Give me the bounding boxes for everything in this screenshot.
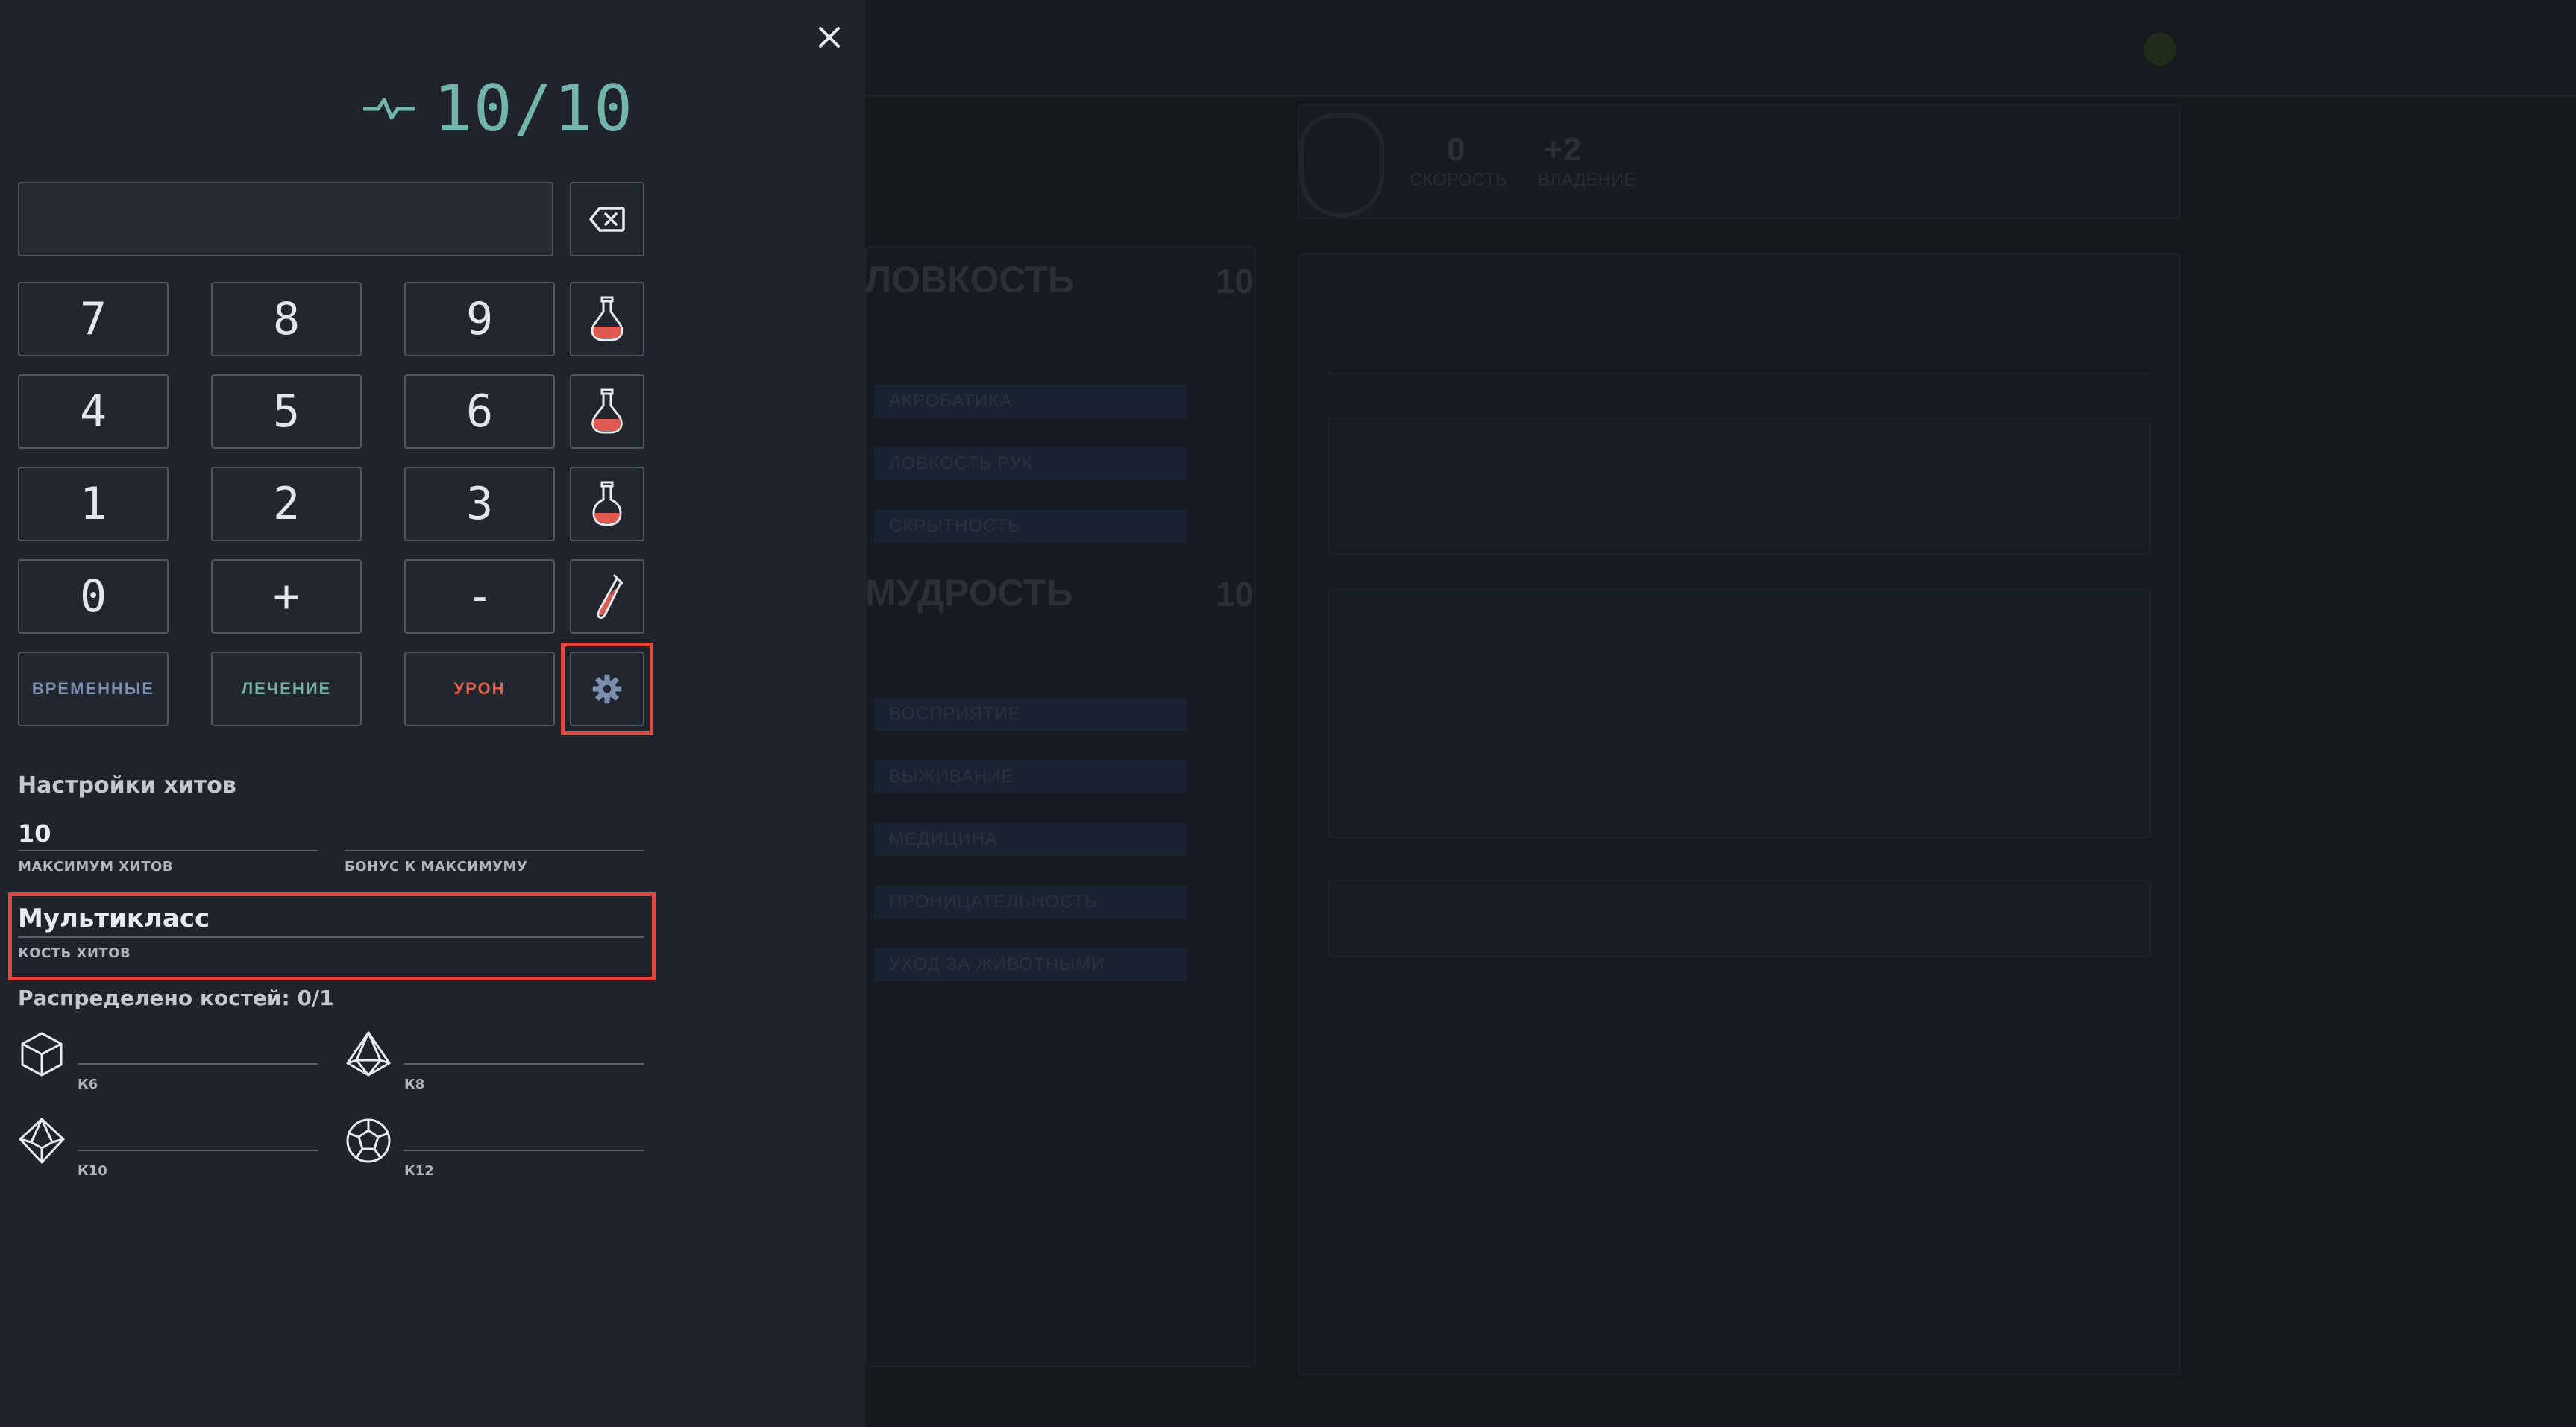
test-tube-icon bbox=[597, 574, 623, 619]
key-3[interactable]: 3 bbox=[404, 467, 555, 541]
background-stat-speed: 0 bbox=[1447, 131, 1466, 168]
background-skill-label: ВОСПРИЯТИЕ bbox=[889, 704, 1021, 724]
background-section-wis: МУДРОСТЬ bbox=[865, 572, 1073, 614]
background-section-dex-value: 10 bbox=[1216, 262, 1254, 300]
hp-panel: 10/10 7 8 9 4 5 6 1 2 3 0 + - ВРЕМЕННЫЕ … bbox=[0, 0, 865, 1427]
potion-icon bbox=[591, 388, 623, 434]
potion-button-small[interactable] bbox=[570, 282, 644, 356]
key-6[interactable]: 6 bbox=[404, 374, 555, 449]
key-4[interactable]: 4 bbox=[18, 374, 169, 449]
key-minus[interactable]: - bbox=[404, 559, 555, 634]
d12-icon bbox=[345, 1117, 392, 1165]
d10-underline bbox=[78, 1150, 318, 1151]
key-7[interactable]: 7 bbox=[18, 282, 169, 356]
gear-icon bbox=[592, 674, 622, 704]
bonus-max-field[interactable]: БОНУС К МАКСИМУМУ bbox=[345, 817, 644, 875]
max-hp-field[interactable]: 10 МАКСИМУМ ХИТОВ bbox=[18, 817, 318, 875]
hp-value: 10/10 bbox=[433, 72, 634, 146]
hp-display: 10/10 bbox=[363, 72, 634, 146]
d6-underline bbox=[78, 1063, 318, 1065]
potion-icon bbox=[591, 296, 623, 341]
background-section-wis-value: 10 bbox=[1216, 575, 1254, 614]
d10-icon bbox=[18, 1117, 66, 1165]
potion-button-large[interactable] bbox=[570, 467, 644, 541]
background-avatar bbox=[2143, 33, 2176, 66]
d6-label: К6 bbox=[78, 1077, 98, 1092]
temp-hp-button[interactable]: ВРЕМЕННЫЕ bbox=[18, 652, 169, 726]
damage-button[interactable]: УРОН bbox=[404, 652, 555, 726]
background-section-dex: ЛОВКОСТЬ bbox=[865, 259, 1075, 300]
background-header-card bbox=[1298, 104, 2181, 219]
backspace-icon bbox=[589, 207, 625, 232]
hp-settings-title: Настройки хитов bbox=[18, 772, 236, 798]
bonus-max-underline bbox=[345, 850, 644, 851]
dice-distributed-label: Распределено костей: 0/1 bbox=[18, 986, 334, 1010]
bonus-max-value[interactable] bbox=[345, 817, 644, 850]
potion-button-medium[interactable] bbox=[570, 374, 644, 449]
background-attack-card bbox=[1328, 418, 2151, 555]
close-icon bbox=[819, 27, 840, 48]
heal-button[interactable]: ЛЕЧЕНИЕ bbox=[211, 652, 362, 726]
d8-icon bbox=[345, 1030, 392, 1078]
d12-label: К12 bbox=[404, 1163, 434, 1179]
d12-underline bbox=[404, 1150, 644, 1151]
background-skill-label: ЛОВКОСТЬ РУК bbox=[889, 453, 1034, 473]
key-5[interactable]: 5 bbox=[211, 374, 362, 449]
potion-icon bbox=[592, 481, 622, 526]
max-hp-underline bbox=[18, 850, 318, 851]
key-1[interactable]: 1 bbox=[18, 467, 169, 541]
key-9[interactable]: 9 bbox=[404, 282, 555, 356]
background-notes-card bbox=[1328, 589, 2151, 838]
background-stat-speed-label: СКОРОСТЬ bbox=[1410, 170, 1507, 190]
d8-label: К8 bbox=[404, 1077, 425, 1092]
background-shield-icon bbox=[1299, 113, 1384, 218]
background-divider bbox=[1328, 373, 2148, 374]
heartbeat-icon bbox=[363, 94, 416, 124]
background-skill-label: ПРОНИЦАТЕЛЬНОСТЬ bbox=[889, 892, 1097, 912]
background-skill-label: СКРЫТНОСТЬ bbox=[889, 516, 1021, 536]
backspace-button[interactable] bbox=[570, 182, 644, 256]
test-tube-button[interactable] bbox=[570, 559, 644, 634]
hit-die-field[interactable]: Мультикласс КОСТЬ ХИТОВ bbox=[18, 901, 644, 961]
d8-underline bbox=[404, 1063, 644, 1065]
bonus-max-caption: БОНУС К МАКСИМУМУ bbox=[345, 859, 528, 875]
key-2[interactable]: 2 bbox=[211, 467, 362, 541]
hit-die-select[interactable]: Мультикласс bbox=[18, 901, 644, 936]
background-stat-proficiency: +2 bbox=[1544, 131, 1582, 168]
background-skill-label: ВЫЖИВАНИЕ bbox=[889, 766, 1014, 787]
hp-amount-input[interactable] bbox=[18, 182, 553, 256]
d6-icon bbox=[18, 1030, 66, 1078]
key-8[interactable]: 8 bbox=[211, 282, 362, 356]
key-plus[interactable]: + bbox=[211, 559, 362, 634]
close-button[interactable] bbox=[811, 19, 847, 55]
max-hp-caption: МАКСИМУМ ХИТОВ bbox=[18, 859, 174, 875]
background-skill-label: МЕДИЦИНА bbox=[889, 829, 998, 849]
background-stat-proficiency-label: ВЛАДЕНИЕ bbox=[1538, 170, 1636, 190]
d10-label: К10 bbox=[78, 1163, 107, 1179]
background-skill-label: АКРОБАТИКА bbox=[889, 391, 1013, 411]
max-hp-value[interactable]: 10 bbox=[18, 817, 318, 850]
background-extra-card bbox=[1328, 880, 2151, 957]
hit-die-underline bbox=[18, 936, 644, 938]
background-skill-label: УХОД ЗА ЖИВОТНЫМИ bbox=[889, 954, 1105, 974]
settings-button[interactable] bbox=[570, 652, 644, 726]
hit-die-caption: КОСТЬ ХИТОВ bbox=[18, 945, 131, 961]
key-0[interactable]: 0 bbox=[18, 559, 169, 634]
